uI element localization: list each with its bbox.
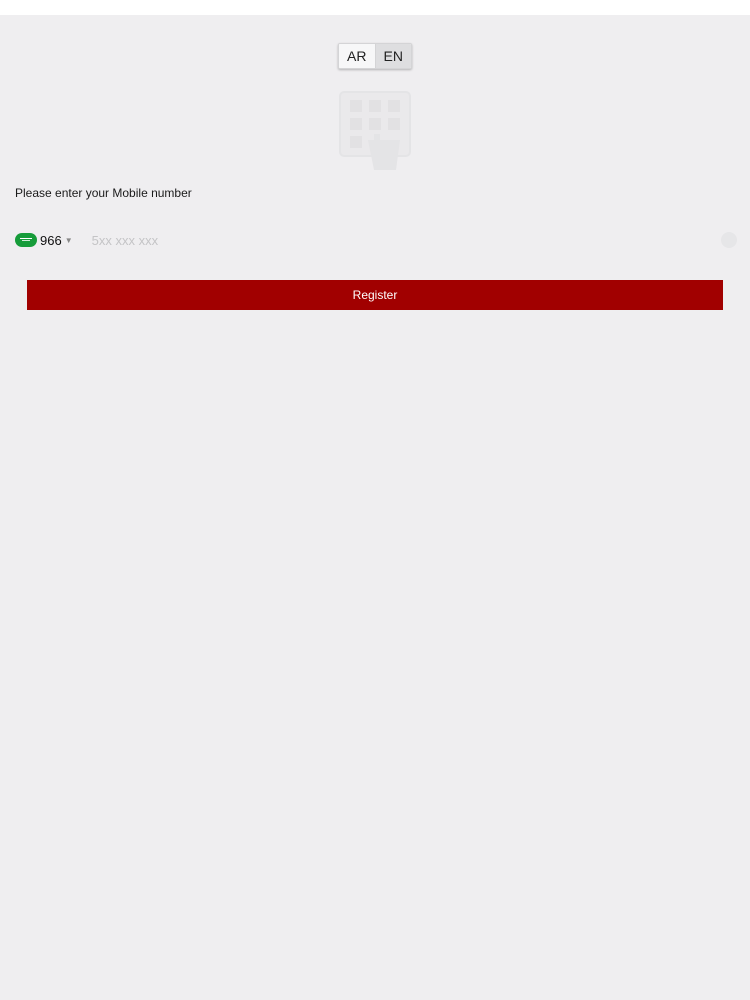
clear-input-icon[interactable] (721, 232, 737, 248)
building-hand-icon (339, 91, 411, 170)
chevron-down-icon: ▼ (64, 235, 73, 245)
mobile-number-input[interactable] (91, 228, 721, 252)
dial-code: 966 (40, 232, 62, 248)
phone-input-row: 966 ▼ (15, 226, 737, 254)
saudi-flag-icon (15, 233, 37, 247)
language-option-en[interactable]: EN (374, 44, 411, 68)
register-button[interactable]: Register (27, 280, 723, 310)
language-option-ar[interactable]: AR (339, 44, 375, 68)
status-bar (0, 0, 750, 15)
country-code-picker[interactable]: 966 ▼ (15, 233, 73, 248)
mobile-number-prompt: Please enter your Mobile number (15, 186, 192, 200)
language-toggle: AR EN (338, 43, 412, 69)
